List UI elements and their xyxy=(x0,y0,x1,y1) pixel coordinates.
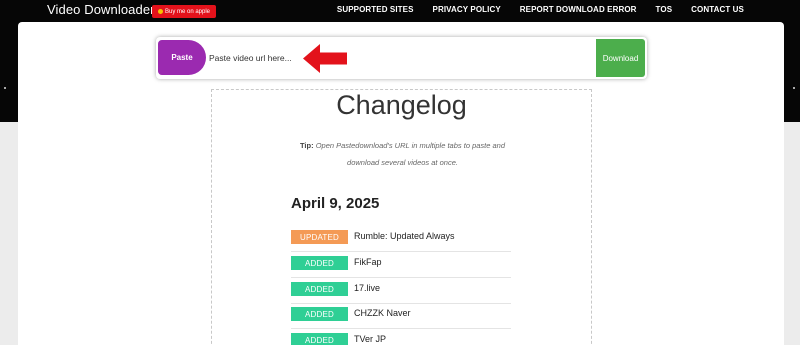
nav-tos[interactable]: TOS xyxy=(656,5,673,14)
status-badge: UPDATED xyxy=(291,230,348,244)
changelog-entry: ADDED TVer JP xyxy=(291,329,511,345)
entry-text: FikFap xyxy=(354,257,382,267)
entry-text: CHZZK Naver xyxy=(354,308,411,318)
entry-text: Rumble: Updated Always xyxy=(354,231,455,241)
nav-contact-us[interactable]: CONTACT US xyxy=(691,5,744,14)
changelog-entry: ADDED CHZZK Naver xyxy=(291,303,511,329)
status-badge: ADDED xyxy=(291,333,348,345)
entry-text: TVer JP xyxy=(354,334,387,344)
nav-supported-sites[interactable]: SUPPORTED SITES xyxy=(337,5,414,14)
changelog-entry: ADDED FikFap xyxy=(291,252,511,278)
tip-text: Tip: Open Pastedownload's URL in multipl… xyxy=(285,137,520,171)
top-navbar: Video Downloader Buy me on apple SUPPORT… xyxy=(0,0,800,22)
download-button[interactable]: Download xyxy=(596,39,645,77)
tip-body: Open Pastedownload's URL in multiple tab… xyxy=(315,141,506,167)
nav-report-error[interactable]: REPORT DOWNLOAD ERROR xyxy=(520,5,637,14)
entry-text: 17.live xyxy=(354,283,381,293)
page-title: Changelog xyxy=(336,90,467,120)
status-badge: ADDED xyxy=(291,282,348,296)
tip-label: Tip: xyxy=(299,141,314,150)
nav-privacy-policy[interactable]: PRIVACY POLICY xyxy=(433,5,501,14)
changelog-entry: UPDATED Rumble: Updated Always xyxy=(291,226,511,252)
decorative-dot xyxy=(4,87,6,89)
buy-me-button[interactable]: Buy me on apple xyxy=(152,5,216,18)
buy-me-label: Buy me on apple xyxy=(164,8,211,15)
paste-button[interactable]: Paste xyxy=(158,40,206,75)
changelog-date: April 9, 2025 xyxy=(291,195,380,212)
site-logo[interactable]: Video Downloader xyxy=(47,2,155,17)
decorative-dot xyxy=(793,87,795,89)
nav-links: SUPPORTED SITES PRIVACY POLICY REPORT DO… xyxy=(318,5,744,14)
status-badge: ADDED xyxy=(291,256,348,270)
apple-icon xyxy=(157,9,163,14)
arrow-left-icon xyxy=(303,44,347,73)
status-badge: ADDED xyxy=(291,307,348,321)
changelog-entry: ADDED 17.live xyxy=(291,278,511,304)
